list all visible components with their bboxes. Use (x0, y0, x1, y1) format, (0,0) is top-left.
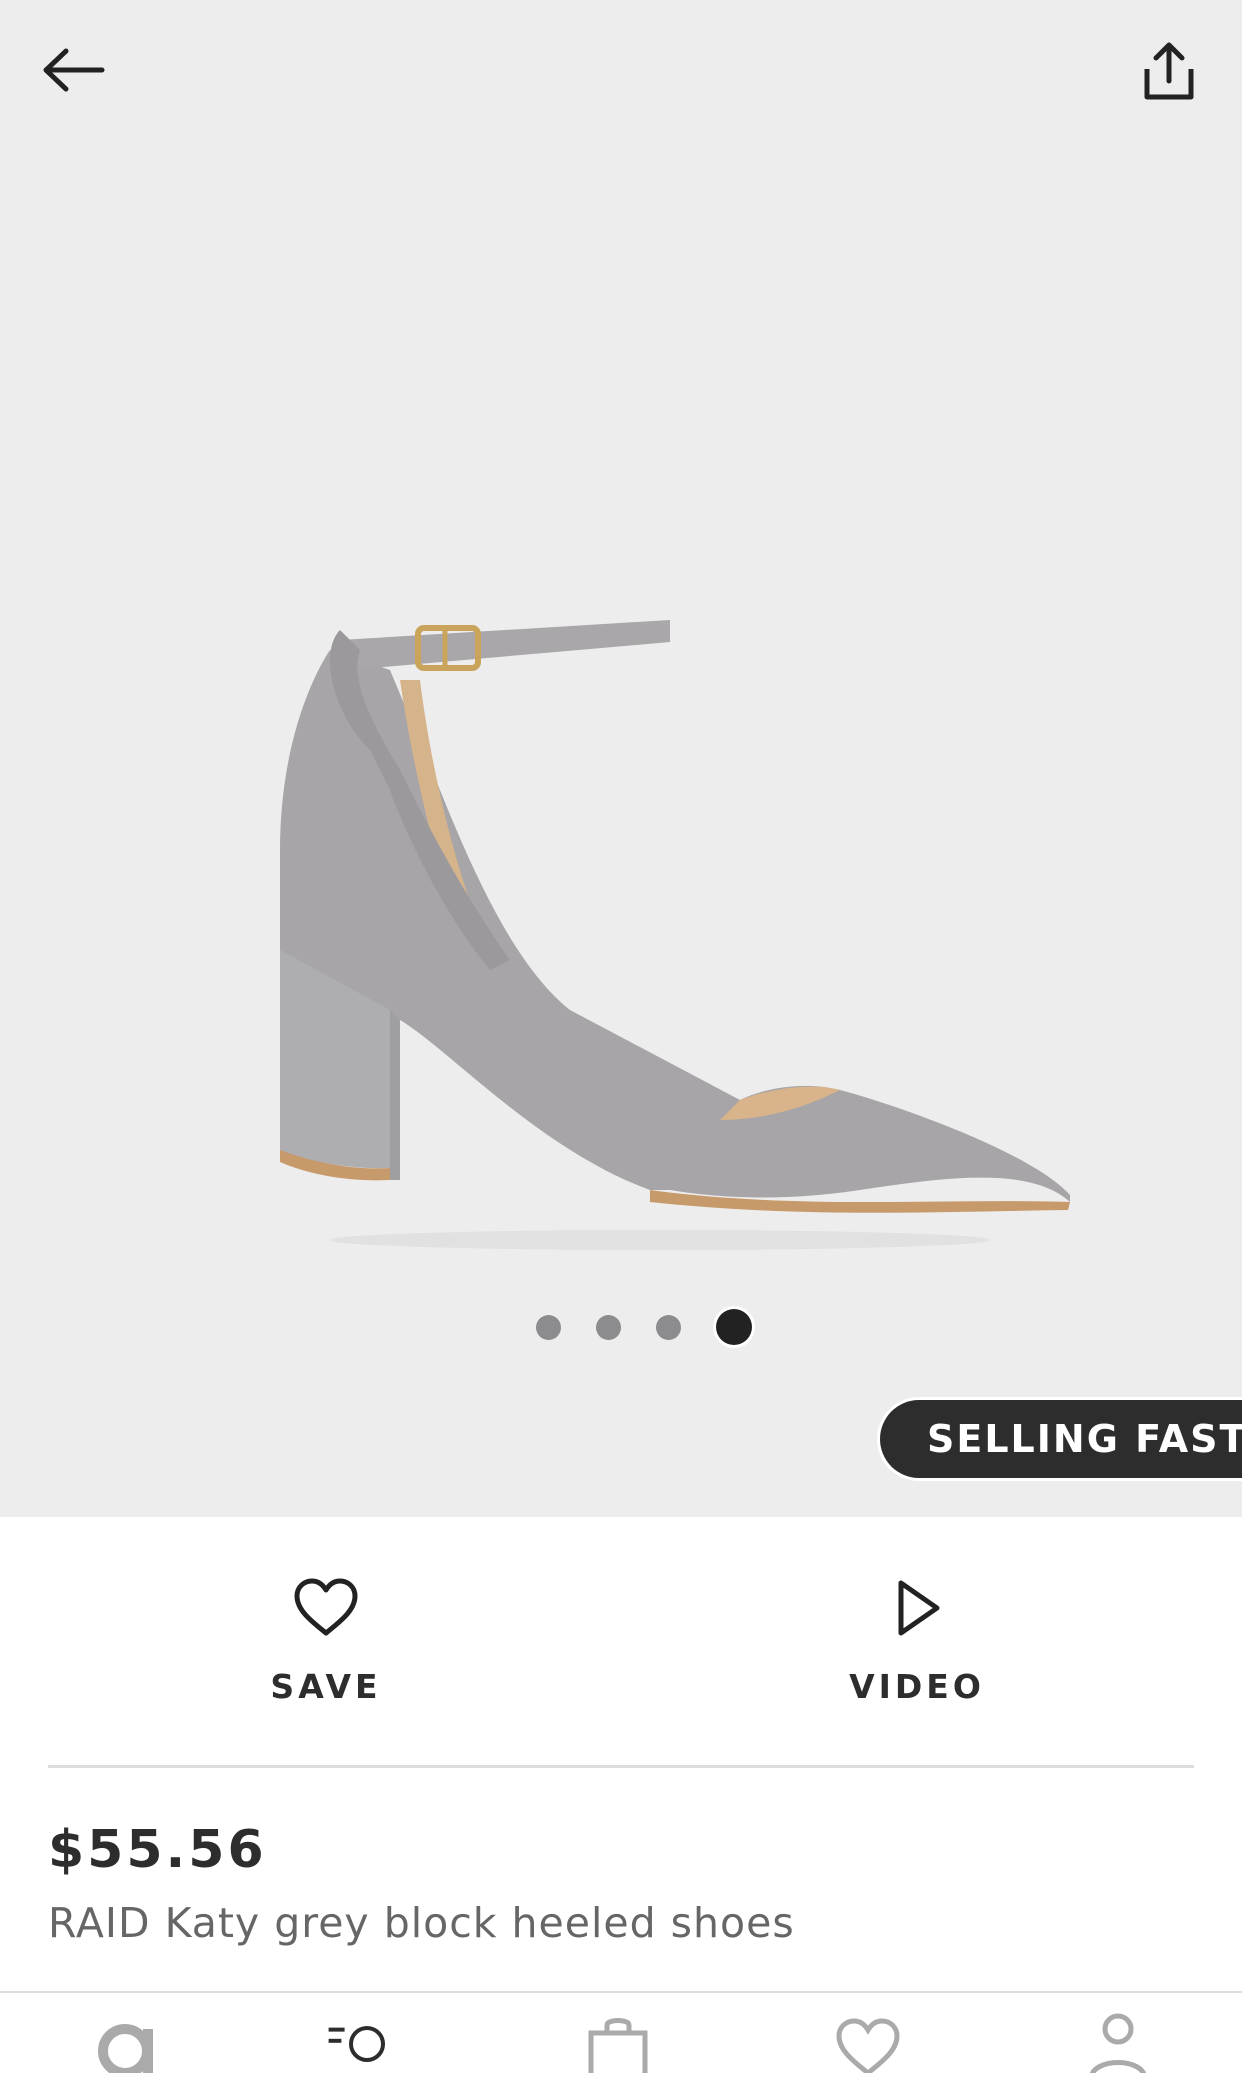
divider (48, 1765, 1194, 1768)
product-photo (280, 620, 1070, 1250)
share-button[interactable] (1129, 32, 1209, 112)
tab-bag[interactable] (578, 2013, 658, 2073)
search-icon (328, 2026, 385, 2062)
save-label: SAVE (270, 1667, 382, 1706)
play-icon (898, 1580, 940, 1636)
tab-account[interactable] (1078, 2013, 1158, 2073)
gallery-dot-active[interactable] (715, 1309, 752, 1345)
gallery-dot[interactable] (595, 1315, 621, 1340)
product-title: RAID Katy grey block heeled shoes (48, 1899, 795, 1947)
home-icon (98, 2024, 153, 2073)
heart-icon (294, 1578, 358, 1636)
product-price: $55.56 (48, 1820, 267, 1880)
saved-icon (836, 2018, 900, 2073)
tab-home[interactable] (85, 2013, 165, 2073)
gallery-pagination[interactable] (0, 1309, 1242, 1345)
tab-saved[interactable] (828, 2013, 908, 2073)
save-button[interactable]: SAVE (166, 1577, 486, 1706)
bag-icon (588, 2018, 648, 2073)
video-label: VIDEO (849, 1667, 985, 1706)
product-actions: SAVE VIDEO (0, 1517, 1242, 1765)
gallery-dot[interactable] (655, 1315, 681, 1340)
account-icon (1089, 2013, 1147, 2073)
product-image-gallery[interactable]: SELLING FAST (0, 0, 1242, 1517)
badge-label: SELLING FAST (927, 1417, 1242, 1461)
bottom-tab-bar (0, 1991, 1242, 2073)
tab-search[interactable] (327, 2013, 407, 2073)
gallery-dot[interactable] (535, 1315, 561, 1340)
share-icon (1144, 42, 1194, 100)
back-button[interactable] (33, 30, 113, 110)
arrow-left-icon (43, 48, 105, 92)
selling-fast-badge: SELLING FAST (880, 1400, 1242, 1478)
video-button[interactable]: VIDEO (757, 1577, 1077, 1706)
